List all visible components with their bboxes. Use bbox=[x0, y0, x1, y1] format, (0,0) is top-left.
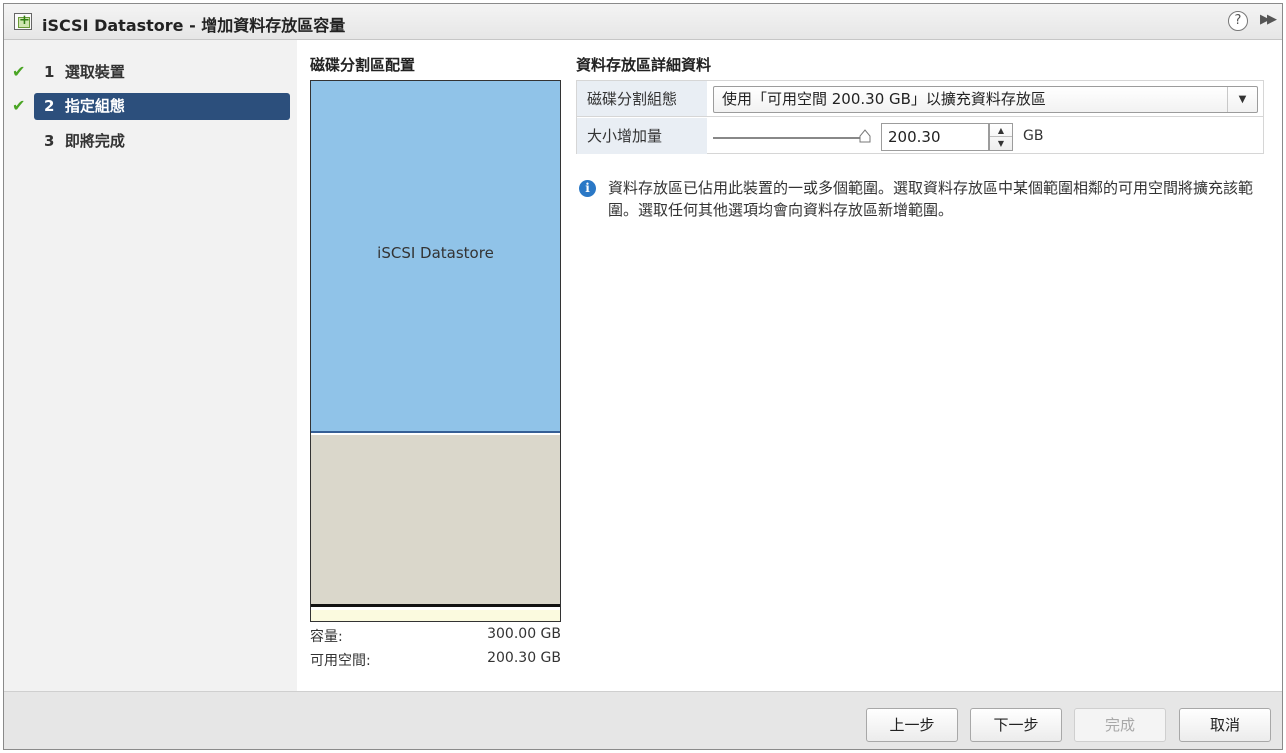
capacity-label: 容量: bbox=[310, 629, 343, 645]
checkmark-icon: ✔ bbox=[12, 62, 26, 81]
increase-size-label: 大小增加量 bbox=[577, 118, 707, 154]
back-button[interactable]: 上一步 bbox=[866, 708, 958, 742]
spin-down-icon[interactable]: ▼ bbox=[990, 137, 1012, 150]
free-space-value: 200.30 GB bbox=[487, 650, 561, 666]
checkmark-icon: ✔ bbox=[12, 96, 26, 115]
capacity-row: 容量: 300.00 GB bbox=[310, 626, 561, 648]
step-specify-configuration[interactable]: ✔ 2 指定組態 bbox=[4, 93, 294, 120]
partition-layout-diagram: iSCSI Datastore bbox=[310, 80, 561, 622]
free-space-extent bbox=[311, 435, 560, 607]
spin-up-icon[interactable]: ▲ bbox=[990, 124, 1012, 137]
step-ready-to-complete[interactable]: 3 即將完成 bbox=[4, 128, 294, 155]
add-datastore-capacity-dialog: iSCSI Datastore - 增加資料存放區容量 ? ▶▶ ✔ 1 選取裝… bbox=[3, 3, 1283, 750]
datastore-details-title: 資料存放區詳細資料 bbox=[576, 56, 712, 74]
unallocated-sliver bbox=[311, 610, 560, 621]
free-space-row: 可用空間: 200.30 GB bbox=[310, 650, 561, 672]
cancel-button[interactable]: 取消 bbox=[1179, 708, 1271, 742]
size-stepper[interactable]: ▲ ▼ bbox=[989, 123, 1013, 151]
partition-config-row: 磁碟分割組態 使用「可用空間 200.30 GB」以擴充資料存放區 ▼ bbox=[577, 81, 1263, 117]
info-icon: i bbox=[579, 180, 596, 197]
step-label: 3 即將完成 bbox=[44, 132, 125, 150]
window-title: iSCSI Datastore - 增加資料存放區容量 bbox=[42, 16, 346, 35]
finish-button[interactable]: 完成 bbox=[1074, 708, 1166, 742]
partition-config-label: 磁碟分割組態 bbox=[577, 81, 707, 116]
partition-layout-title: 磁碟分割區配置 bbox=[310, 56, 416, 74]
used-extent-label: iSCSI Datastore bbox=[377, 244, 494, 262]
free-space-label: 可用空間: bbox=[310, 653, 371, 669]
datastore-add-icon bbox=[14, 13, 32, 30]
partition-config-select[interactable]: 使用「可用空間 200.30 GB」以擴充資料存放區 ▼ bbox=[713, 86, 1258, 113]
wizard-steps: ✔ 1 選取裝置 ✔ 2 指定組態 3 即將完成 bbox=[4, 40, 297, 691]
used-extent: iSCSI Datastore bbox=[311, 81, 560, 433]
help-icon[interactable]: ? bbox=[1228, 11, 1248, 31]
capacity-value: 300.00 GB bbox=[487, 626, 561, 642]
dropdown-arrow-icon[interactable]: ▼ bbox=[1227, 87, 1257, 112]
increase-size-row: 大小增加量 200.30 ▲ ▼ GB bbox=[577, 118, 1263, 154]
size-slider-thumb[interactable] bbox=[859, 129, 871, 143]
size-slider-track[interactable] bbox=[713, 137, 863, 139]
info-text: 資料存放區已佔用此裝置的一或多個範圍。選取資料存放區中某個範圍相鄰的可用空間將擴… bbox=[608, 179, 1254, 219]
size-increase-input[interactable]: 200.30 bbox=[881, 123, 989, 151]
partition-config-value: 使用「可用空間 200.30 GB」以擴充資料存放區 bbox=[722, 90, 1046, 108]
datastore-details-table: 磁碟分割組態 使用「可用空間 200.30 GB」以擴充資料存放區 ▼ 大小增加… bbox=[576, 80, 1264, 154]
step-label: 2 指定組態 bbox=[34, 93, 290, 120]
title-bar: iSCSI Datastore - 增加資料存放區容量 ? ▶▶ bbox=[4, 4, 1282, 40]
next-button[interactable]: 下一步 bbox=[970, 708, 1062, 742]
expand-icon[interactable]: ▶▶ bbox=[1260, 12, 1277, 27]
step-select-device[interactable]: ✔ 1 選取裝置 bbox=[4, 59, 294, 86]
size-unit: GB bbox=[1023, 128, 1044, 144]
step-label: 1 選取裝置 bbox=[44, 63, 125, 81]
wizard-footer: 上一步 下一步 完成 取消 bbox=[4, 691, 1282, 749]
